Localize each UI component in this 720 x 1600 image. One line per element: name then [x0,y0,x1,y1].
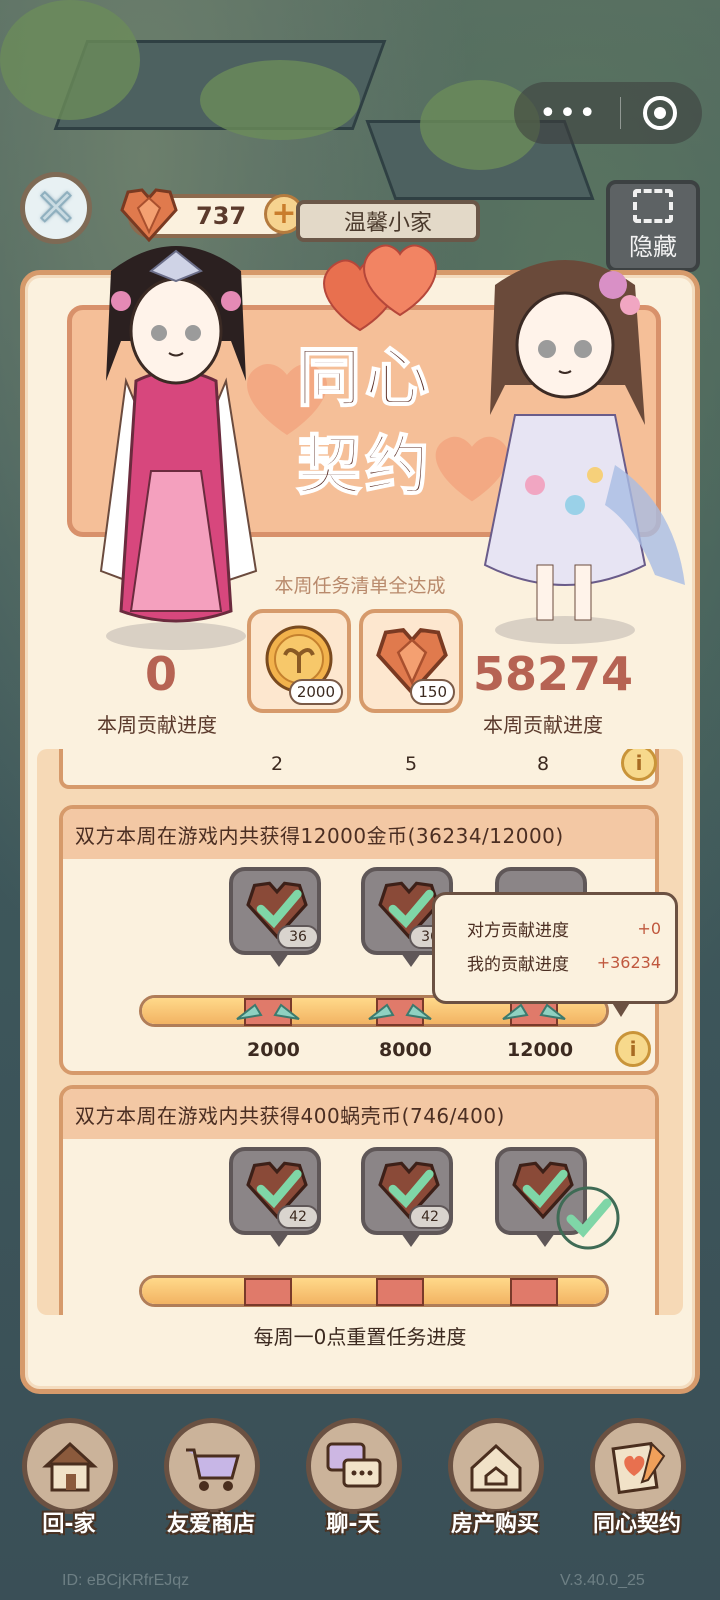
currency-value: 737 [196,202,247,230]
property-icon [470,1443,522,1492]
bottom-nav: 回-家 友爱商店 聊-天 房产购买 同心契约 [0,1408,720,1558]
slot-badge: 36 [277,925,319,949]
reward-slot[interactable]: 42 [361,1147,453,1247]
my-score: 58274 [473,647,634,701]
foliage [0,0,140,120]
foliage [200,60,360,140]
more-menu-icon[interactable]: ••• [539,96,598,131]
reward-slot[interactable]: 36 [229,867,321,967]
task-list[interactable]: 2 5 8 i 双方本周在游戏内共获得12000金币(36234/12000) … [37,749,683,1315]
contract-icon [611,1441,666,1495]
heart-gem-icon [120,188,178,242]
close-button[interactable]: ✕ [20,172,92,244]
task-title: 双方本周在游戏内共获得400蜗壳币(746/400) [63,1089,655,1139]
milestone-label: 8 [537,753,550,775]
miniprogram-capsule: ••• [514,82,702,144]
close-miniprogram-icon[interactable] [643,96,678,130]
task-title: 双方本周在游戏内共获得12000金币(36234/12000) [63,809,655,859]
tooltip-mine-label: 我的贡献进度 [467,954,569,975]
tooltip-mine-value: +36234 [596,952,661,972]
milestone-label: 2 [271,753,284,775]
gift-marker-icon [236,998,300,1026]
tooltip-partner-value: +0 [637,918,661,938]
weekly-subtitle: 本周任务清单全达成 [274,575,446,597]
partner-score-label: 本周贡献进度 [97,713,217,737]
contract-title: 同心 契约 [265,335,465,511]
nav-property[interactable]: 房产购买 [430,1418,560,1546]
capsule-divider [620,97,622,129]
reward-coin-count: 2000 [288,679,343,705]
tooltip-row-partner: 对方贡献进度 +0 [467,911,661,945]
title-line-2: 契约 [296,429,433,505]
nav-label: 回-家 [42,1512,96,1537]
user-id-text: ID: eBCjKRfrEJqz [62,1572,190,1589]
nav-shop[interactable]: 友爱商店 [146,1418,276,1546]
nav-label: 友爱商店 [166,1512,255,1537]
claimed-check-icon [556,1186,620,1250]
slot-badge: 42 [409,1205,451,1229]
house-icon [42,1441,98,1492]
reward-coin-box[interactable]: 2000 [247,609,351,713]
reward-gem-box[interactable]: 150 [359,609,463,713]
tooltip-partner-label: 对方贡献进度 [467,920,569,941]
tooltip-row-mine: 我的贡献进度 +36234 [467,945,661,979]
gift-marker-icon [510,1278,558,1306]
close-icon: ✕ [34,178,78,238]
gift-marker-icon [368,998,432,1026]
info-icon[interactable]: i [621,749,657,781]
nav-chat[interactable]: 聊-天 [288,1418,418,1546]
title-line-1: 同心 [296,341,433,417]
nav-label: 房产购买 [450,1512,539,1537]
contribution-tooltip: 对方贡献进度 +0 我的贡献进度 +36234 [432,892,678,1017]
slot-badge: 42 [277,1205,319,1229]
contract-panel: 同心 契约 本周任务清单全达成 2000 150 0 本周贡献进度 58274 … [20,244,700,1394]
nav-home[interactable]: 回-家 [4,1418,134,1546]
version-text: V.3.40.0_25 [560,1572,645,1589]
milestone-label: 5 [405,753,418,775]
nav-contract[interactable]: 同心契约 [572,1418,702,1546]
reset-note: 每周一0点重置任务进度 [253,1325,467,1349]
info-icon[interactable]: i [615,1031,651,1067]
reward-gem-count: 150 [410,679,455,705]
nav-label: 同心契约 [592,1512,681,1537]
hide-frame-icon [633,189,673,223]
double-heart-icon [323,244,437,332]
partner-score: 0 [145,647,178,701]
cart-icon [186,1448,240,1491]
previous-task-card: 2 5 8 i [59,749,659,789]
nav-label: 聊-天 [326,1512,380,1537]
gift-marker-icon [376,1278,424,1306]
gift-marker-icon [244,1278,292,1306]
task-card-shell: 双方本周在游戏内共获得400蜗壳币(746/400) 42 42 [59,1085,659,1315]
my-score-label: 本周贡献进度 [483,713,603,737]
milestone-label: 8000 [379,1039,432,1061]
chat-icon [326,1442,382,1488]
milestone-label: 2000 [247,1039,300,1061]
reward-slot[interactable]: 42 [229,1147,321,1247]
milestone-label: 12000 [507,1039,574,1061]
